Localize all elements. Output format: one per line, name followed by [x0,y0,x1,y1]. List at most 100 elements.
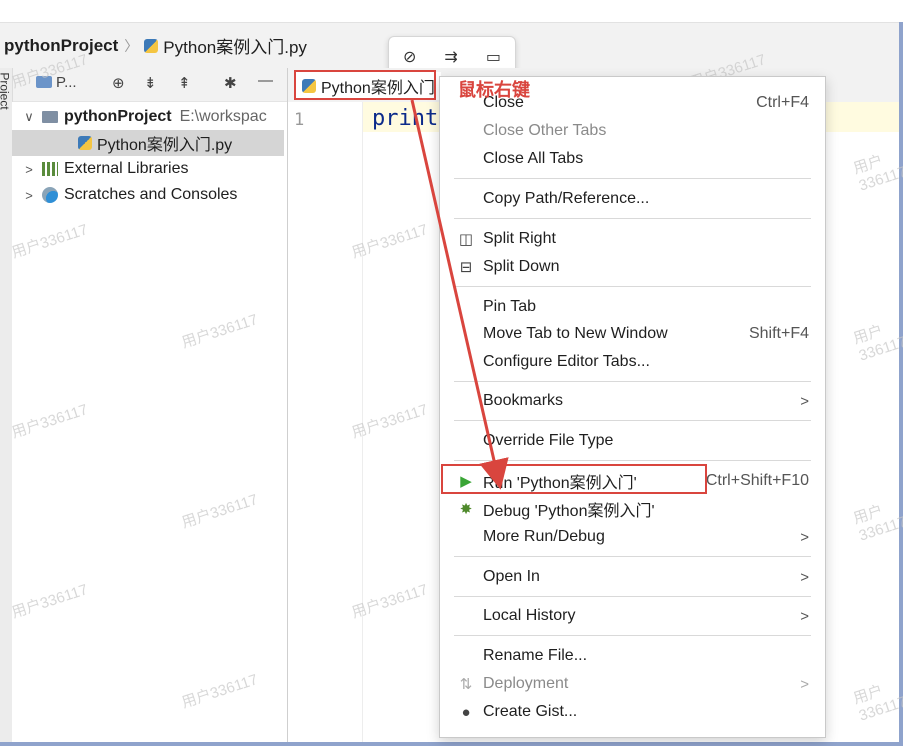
menu-split-down[interactable]: ⊟ Split Down [440,253,825,281]
menu-move-tab-shortcut: Shift+F4 [748,325,809,342]
menu-close-shortcut: Ctrl+F4 [756,94,809,111]
menu-copy-path-label: Copy Path/Reference... [483,190,650,207]
chevron-right-icon: > [800,675,809,693]
menu-separator [454,596,811,597]
expand-all-icon[interactable]: ⇟ [144,74,157,92]
menu-debug-label: Debug 'Python案例入门' [483,503,655,520]
tree-root-name: pythonProject [64,108,172,125]
menu-rename-label: Rename File... [483,647,588,664]
menu-deployment[interactable]: ⇅ Deployment > [440,670,825,698]
menu-create-gist-label: Create Gist... [483,703,578,720]
tree-scratches-label: Scratches and Consoles [64,186,238,203]
menu-separator [454,218,811,219]
split-down-icon: ⊟ [459,259,473,276]
menu-override-file-type[interactable]: Override File Type [440,427,825,455]
window-right-border [899,22,903,746]
menu-override-label: Override File Type [483,432,614,449]
project-view-selector[interactable]: P... [36,74,77,91]
top-strip [0,0,903,22]
breadcrumb-project[interactable]: pythonProject [4,36,118,56]
github-icon: ● [461,703,471,721]
project-tree: ∨ pythonProject E:\workspac Python案例入门.p… [12,102,288,742]
wrap-icon[interactable]: ⇉ [444,47,457,67]
menu-open-in[interactable]: Open In > [440,563,825,591]
menu-rename-file[interactable]: Rename File... [440,642,825,670]
chevron-down-icon[interactable]: ∨ [22,109,36,125]
menu-move-tab-label: Move Tab to New Window [483,325,668,342]
chevron-right-icon: > [800,392,809,410]
menu-separator [454,178,811,179]
menu-local-history[interactable]: Local History > [440,602,825,630]
project-toolbar: P... ⊕ ⇟ ⇞ ✱ — [0,68,288,102]
menu-close-other-label: Close Other Tabs [483,122,607,139]
menu-configure-tabs[interactable]: Configure Editor Tabs... [440,348,825,376]
tab-context-menu: Close Ctrl+F4 Close Other Tabs Close All… [439,76,826,738]
menu-debug[interactable]: ✸ Debug 'Python案例入门' [440,495,825,523]
menu-create-gist[interactable]: ● Create Gist... [440,698,825,726]
menu-more-run-label: More Run/Debug [483,528,605,545]
locate-icon[interactable]: ⊕ [112,74,125,92]
annotation-callout: 鼠标右键 [458,80,530,100]
menu-separator [454,635,811,636]
menu-bookmarks[interactable]: Bookmarks > [440,387,825,415]
window-bottom-border [0,742,903,746]
menu-separator [454,556,811,557]
python-file-icon [78,136,92,150]
scratches-icon [42,187,58,203]
menu-split-right[interactable]: ◫ Split Right [440,225,825,253]
breadcrumb-file[interactable]: Python案例入门.py [163,33,307,58]
editor-gutter: 1 [288,102,363,742]
menu-more-run-debug[interactable]: More Run/Debug > [440,523,825,551]
link-icon[interactable]: ⊘ [403,47,416,67]
chevron-right-icon: > [800,528,809,546]
chevron-right-icon[interactable]: > [22,188,36,203]
menu-split-down-label: Split Down [483,258,560,275]
folder-icon [42,111,58,123]
project-stripe-label: Project [0,72,12,110]
debug-bug-icon: ✸ [459,501,473,518]
tree-item-project-root[interactable]: ∨ pythonProject E:\workspac [22,104,267,130]
comment-icon[interactable]: ▭ [486,47,501,67]
menu-split-right-label: Split Right [483,230,556,247]
chevron-right-icon: > [800,607,809,625]
project-view-label: P... [56,74,77,91]
menu-separator [454,286,811,287]
tree-item-external-libraries[interactable]: > External Libraries [22,156,189,182]
chevron-right-icon: > [800,568,809,586]
menu-deployment-label: Deployment [483,675,569,692]
tree-file-name: Python案例入门.py [97,137,233,154]
line-number: 1 [294,110,305,130]
code-text[interactable]: print [372,106,438,131]
menu-separator [454,460,811,461]
deployment-icon: ⇅ [459,676,473,693]
breadcrumb-separator-icon: 〉 [124,37,139,54]
collapse-all-icon[interactable]: ⇞ [178,74,191,92]
menu-copy-path[interactable]: Copy Path/Reference... [440,185,825,213]
menu-move-tab[interactable]: Move Tab to New Window Shift+F4 [440,320,825,348]
menu-close-all-label: Close All Tabs [483,150,584,167]
menu-local-history-label: Local History [483,607,576,624]
tab-highlight-box [294,70,436,100]
menu-separator [454,381,811,382]
split-right-icon: ◫ [458,231,474,248]
gear-icon[interactable]: ✱ [224,74,237,92]
project-view-icon [36,76,52,88]
menu-run-shortcut: Ctrl+Shift+F10 [705,472,809,489]
menu-pin-tab-label: Pin Tab [483,298,537,315]
menu-pin-tab[interactable]: Pin Tab [440,293,825,321]
menu-close-all-tabs[interactable]: Close All Tabs [440,145,825,173]
tree-item-python-file[interactable]: Python案例入门.py [12,130,284,156]
chevron-right-icon[interactable]: > [22,162,36,177]
tree-item-scratches[interactable]: > Scratches and Consoles [22,182,237,208]
tree-external-label: External Libraries [64,160,189,177]
menu-close-other-tabs[interactable]: Close Other Tabs [440,117,825,145]
library-icon [42,162,58,176]
tree-root-path: E:\workspac [179,108,267,125]
run-highlight-box [441,464,707,494]
python-file-icon [144,38,159,53]
hide-icon[interactable]: — [258,72,273,89]
menu-bookmarks-label: Bookmarks [483,392,564,409]
menu-configure-tabs-label: Configure Editor Tabs... [483,353,650,370]
menu-separator [454,420,811,421]
menu-open-in-label: Open In [483,568,540,585]
